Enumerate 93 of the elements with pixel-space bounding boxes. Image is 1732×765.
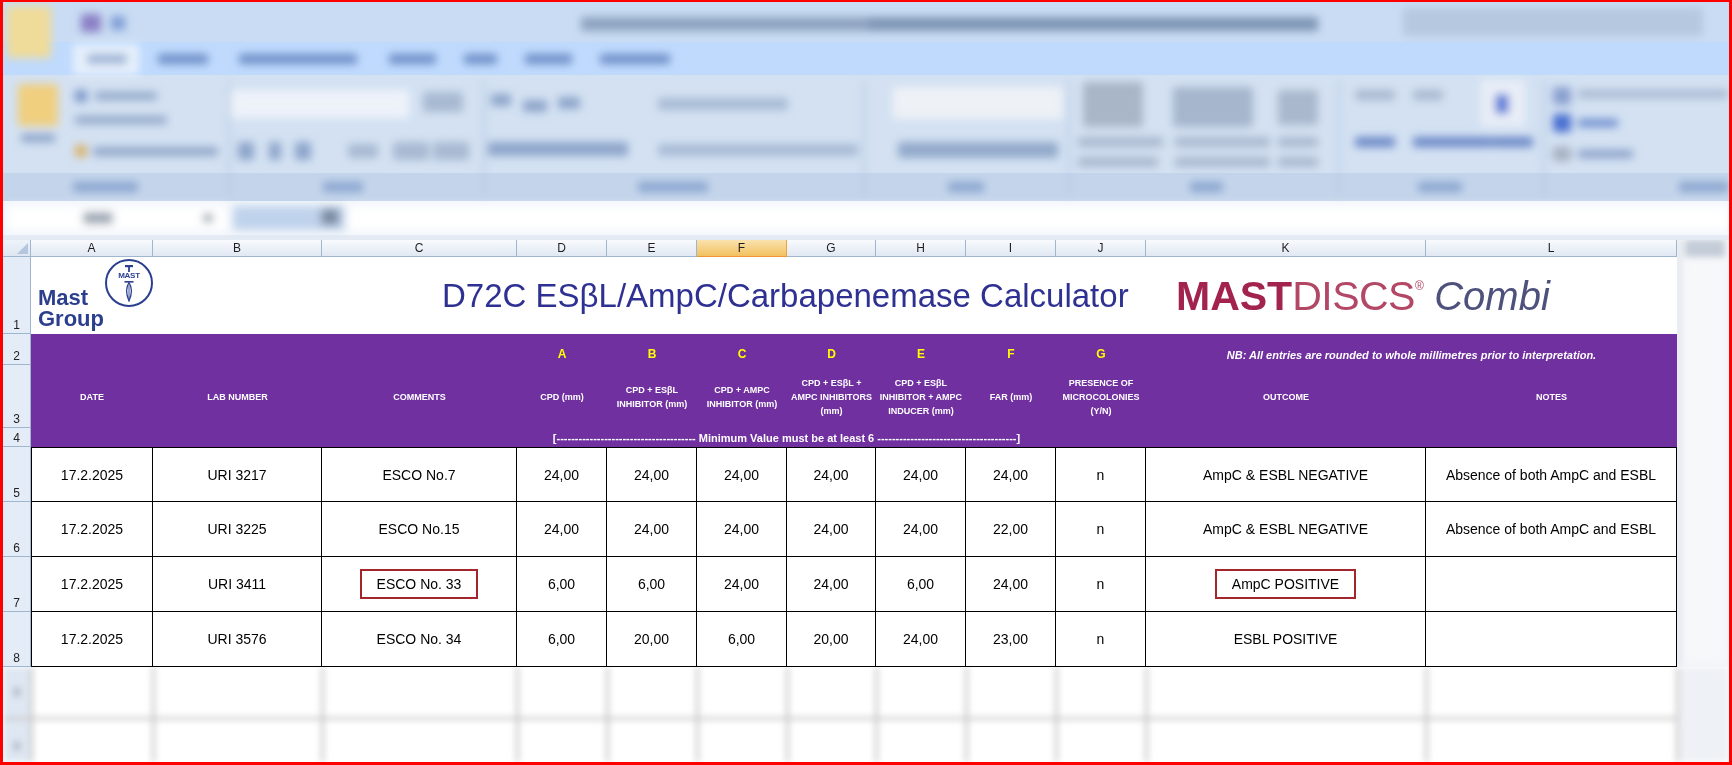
row-header[interactable]: 6 (3, 502, 31, 557)
column-header[interactable]: I (966, 240, 1056, 257)
column-header[interactable]: K (1146, 240, 1426, 257)
table-cell: 6,00 (607, 557, 697, 612)
table-cell: 20,00 (607, 612, 697, 667)
table-cell: 24,00 (697, 557, 787, 612)
table-cell: n (1056, 612, 1146, 667)
table-cell: n (1056, 447, 1146, 502)
column-heading: CPD (mm) (539, 390, 585, 404)
table-cell: 24,00 (607, 502, 697, 557)
column-heading: FAR (mm) (988, 390, 1034, 404)
row-header[interactable]: 2 (3, 334, 31, 365)
row-header[interactable]: 3 (3, 365, 31, 428)
column-header[interactable]: A (31, 240, 153, 257)
table-cell: 20,00 (787, 612, 876, 667)
column-heading: CPD + ESβL + AMPC INHIBITORS (mm) (790, 376, 873, 418)
column-header[interactable]: C (322, 240, 517, 257)
table-cell: ESCO No.15 (322, 502, 517, 557)
table-cell: n (1056, 502, 1146, 557)
range-note: [-------------------------------------- Minimum Value must be at least 6 --------------------------------------] (552, 431, 1021, 445)
table-cell: 24,00 (966, 557, 1056, 612)
triangle-icon (17, 243, 28, 254)
row-header[interactable]: 5 (3, 447, 31, 502)
table-cell: n (1056, 557, 1146, 612)
select-all-button[interactable] (3, 240, 31, 257)
table-cell: ESBL POSITIVE (1146, 612, 1426, 667)
table-cell: 24,00 (607, 447, 697, 502)
table-cell: 24,00 (966, 447, 1056, 502)
table-cell: 24,00 (787, 447, 876, 502)
table-cell: URI 3411 (153, 557, 322, 612)
table-cell: 24,00 (787, 557, 876, 612)
column-heading: PRESENCE OF MICROCOLONIES (Y/N) (1061, 376, 1141, 418)
disc-letter: A (557, 347, 567, 361)
sheet-title: D72C ESβL/AmpC/Carbapenemase Calculator (442, 276, 1129, 315)
table-cell: 24,00 (517, 502, 607, 557)
table-cell: 22,00 (966, 502, 1056, 557)
column-heading: CPD + ESβL INHIBITOR (mm) (615, 383, 689, 411)
column-header[interactable]: J (1056, 240, 1146, 257)
table-cell: 24,00 (697, 502, 787, 557)
table-cell: AmpC & ESBL NEGATIVE (1146, 502, 1426, 557)
table-cell: 24,00 (787, 502, 876, 557)
table-cell: 6,00 (697, 612, 787, 667)
table-cell: 17.2.2025 (31, 612, 153, 667)
table-cell: 24,00 (697, 447, 787, 502)
table-cell: 24,00 (876, 447, 966, 502)
table-cell: 6,00 (876, 557, 966, 612)
column-header[interactable]: F (697, 240, 787, 257)
table-cell: ESCO No.7 (322, 447, 517, 502)
disc-letter: D (827, 347, 836, 361)
column-heading: CPD + ESβL INHIBITOR + AMPC INDUCER (mm) (878, 376, 964, 418)
table-cell: 23,00 (966, 612, 1056, 667)
column-heading: DATE (79, 390, 105, 404)
table-cell: 17.2.2025 (31, 557, 153, 612)
row-header[interactable]: 8 (3, 612, 31, 667)
table-cell: 24,00 (876, 612, 966, 667)
note-text: NB: All entries are rounded to whole millimetres prior to interpretation. (1226, 348, 1597, 362)
column-heading: OUTCOME (1262, 390, 1310, 404)
row-header[interactable]: 1 (3, 257, 31, 334)
disc-letter: F (1007, 347, 1015, 361)
column-header[interactable]: L (1426, 240, 1677, 257)
highlight-box: ESCO No. 33 (359, 569, 479, 599)
disc-letter: G (1096, 347, 1106, 361)
table-cell: URI 3225 (153, 502, 322, 557)
table-cell: AmpC & ESBL NEGATIVE (1146, 447, 1426, 502)
column-header[interactable]: G (787, 240, 876, 257)
table-cell: Absence of both AmpC and ESBL (1426, 447, 1677, 502)
emblem-text: MAST (118, 272, 140, 280)
column-header[interactable]: D (517, 240, 607, 257)
disc-letter: C (737, 347, 747, 361)
table-cell: 24,00 (876, 502, 966, 557)
table-cell: 6,00 (517, 612, 607, 667)
row-header[interactable]: 4 (3, 428, 31, 447)
column-heading: NOTES (1535, 390, 1568, 404)
column-header[interactable]: B (153, 240, 322, 257)
column-header[interactable]: E (607, 240, 697, 257)
column-heading: LAB NUMBER (206, 390, 269, 404)
table-cell: ESCO No. 34 (322, 612, 517, 667)
disc-letter: E (917, 347, 925, 361)
table-cell: 6,00 (517, 557, 607, 612)
table-cell: 17.2.2025 (31, 502, 153, 557)
highlight-box: AmpC POSITIVE (1214, 569, 1357, 599)
table-cell: 24,00 (517, 447, 607, 502)
column-heading: COMMENTS (392, 390, 447, 404)
table-cell: Absence of both AmpC and ESBL (1426, 502, 1677, 557)
column-header[interactable]: H (876, 240, 966, 257)
table-cell: URI 3217 (153, 447, 322, 502)
table-cell: URI 3576 (153, 612, 322, 667)
logo-text: Mast Group (38, 287, 104, 329)
row-header[interactable]: 7 (3, 557, 31, 612)
disc-letter: B (647, 347, 657, 361)
table-cell: 17.2.2025 (31, 447, 153, 502)
brand-logo: MASTDISCS$^{®}$ Combi (1176, 272, 1550, 319)
column-heading: CPD + AMPC INHIBITOR (mm) (705, 383, 779, 411)
